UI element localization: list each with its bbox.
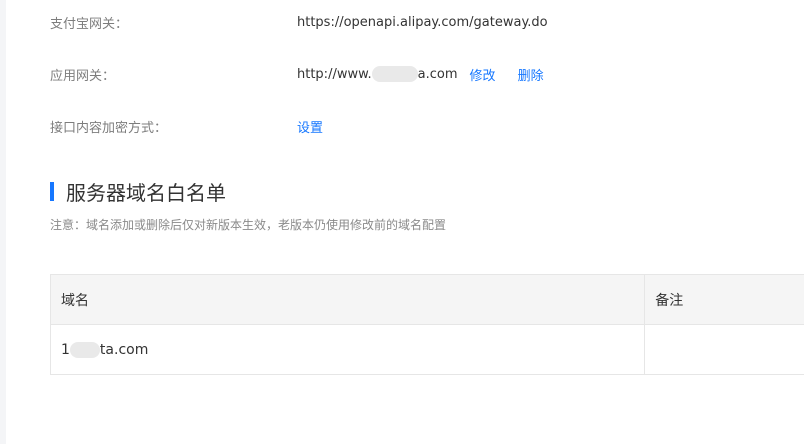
- whitelist-note: 注意：域名添加或删除后仅对新版本生效，老版本仍使用修改前的域名配置: [50, 218, 447, 232]
- app-gateway-url-prefix: http://www.: [297, 66, 372, 82]
- domain-cell: 1 ta.com: [51, 325, 644, 374]
- whitelist-section-title: 服务器域名白名单: [50, 179, 226, 205]
- whitelist-title-text: 服务器域名白名单: [66, 180, 226, 205]
- encryption-label: 接口内容加密方式：: [50, 120, 168, 136]
- whitelist-table: 域名 备注 1 ta.com: [50, 274, 804, 375]
- domain-prefix: 1: [61, 341, 70, 358]
- title-accent-bar: [50, 181, 54, 201]
- column-header-domain: 域名: [61, 292, 89, 309]
- table-row: 1 ta.com: [51, 325, 804, 374]
- left-rail: [0, 0, 6, 444]
- app-gateway-label: 应用网关：: [50, 68, 116, 84]
- alipay-gateway-value: https://openapi.alipay.com/gateway.do: [297, 14, 548, 30]
- app-gateway-row: 应用网关： http://www. a.com 修改 删除: [50, 64, 544, 84]
- set-encryption-link[interactable]: 设置: [297, 117, 323, 136]
- redacted-blur: [371, 66, 418, 82]
- encryption-row: 接口内容加密方式： 设置: [50, 116, 323, 136]
- edit-app-gateway-link[interactable]: 修改: [470, 65, 496, 84]
- app-gateway-value: http://www. a.com 修改 删除: [297, 65, 544, 84]
- column-header-remark: 备注: [644, 275, 804, 324]
- remark-cell: [644, 325, 804, 374]
- alipay-gateway-row: 支付宝网关： https://openapi.alipay.com/gatewa…: [50, 12, 548, 32]
- app-gateway-url-suffix: a.com: [417, 66, 458, 82]
- delete-app-gateway-link[interactable]: 删除: [518, 65, 544, 84]
- alipay-gateway-label: 支付宝网关：: [50, 16, 129, 32]
- table-header: 域名 备注: [51, 275, 804, 325]
- encryption-value: 设置: [297, 117, 323, 136]
- redacted-blur: [69, 341, 100, 358]
- domain-suffix: ta.com: [99, 341, 149, 358]
